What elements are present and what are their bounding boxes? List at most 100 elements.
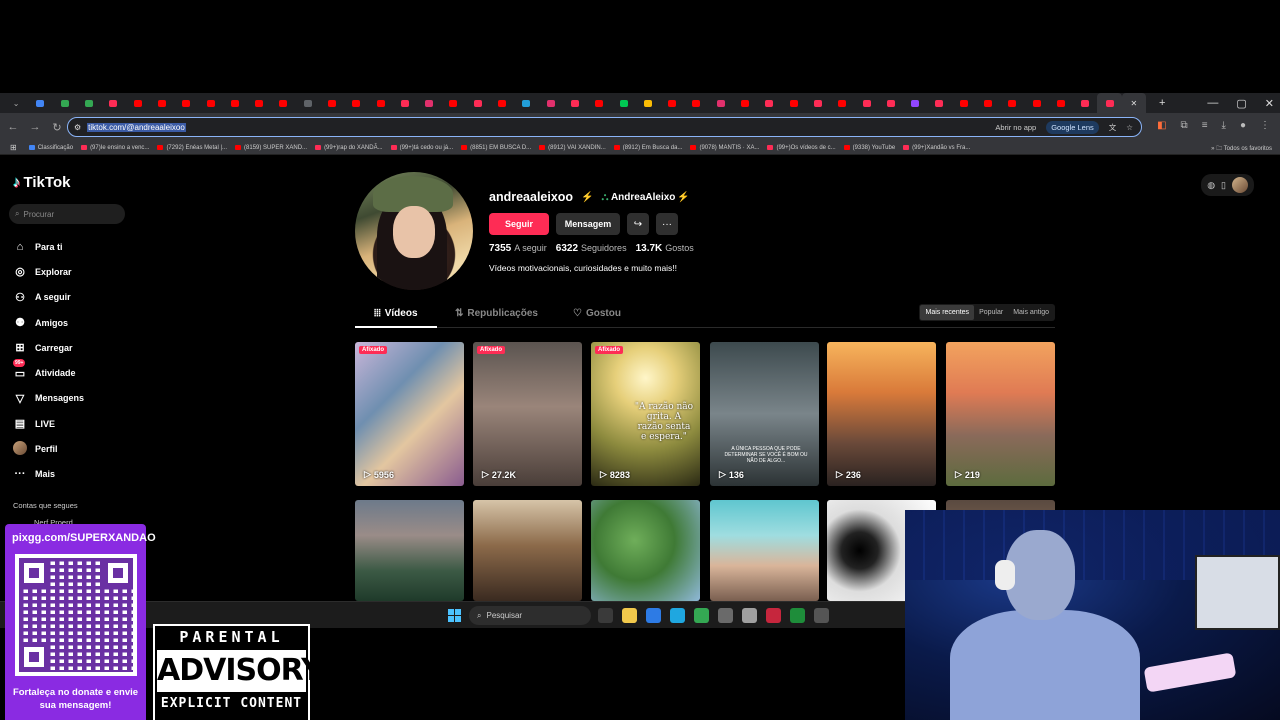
taskbar-app-icon[interactable] — [622, 608, 637, 623]
share-icon[interactable]: ↪ — [627, 213, 649, 235]
profile-icon[interactable]: ● — [1240, 120, 1246, 131]
media-icon[interactable]: ≡ — [1202, 120, 1208, 131]
close-tab-icon[interactable]: ✕ — [1121, 93, 1146, 113]
browser-tab[interactable] — [271, 93, 295, 113]
browser-tab[interactable] — [611, 93, 635, 113]
sidebar-item-explorar[interactable]: ◎ Explorar — [13, 259, 84, 284]
taskbar-app-icon[interactable] — [694, 608, 709, 623]
search-input[interactable]: ⌕ Procurar — [9, 204, 125, 224]
download-icon[interactable]: ⤓ — [1222, 120, 1226, 131]
browser-tab[interactable] — [417, 93, 441, 113]
taskbar-app-icon[interactable] — [718, 608, 733, 623]
sidebar-item-mais[interactable]: ··· Mais — [13, 462, 84, 487]
browser-tab[interactable] — [563, 93, 587, 113]
tab-videos[interactable]: ⦙⦙⦙ Vídeos — [374, 308, 418, 319]
maximize-icon[interactable]: ▢ — [1236, 97, 1246, 110]
sidebar-item-perfil[interactable]: Perfil — [13, 436, 84, 461]
browser-tab[interactable] — [441, 93, 465, 113]
browser-tab[interactable] — [806, 93, 830, 113]
browser-tab[interactable] — [1000, 93, 1024, 113]
sidebar-item-mensagens[interactable]: ▽ Mensagens — [13, 386, 84, 411]
browser-tab[interactable] — [320, 93, 344, 113]
taskbar-app-icon[interactable] — [790, 608, 805, 623]
tab-reposts[interactable]: ⇅ Republicações — [455, 308, 538, 319]
message-button[interactable]: Mensagem — [556, 213, 620, 235]
bookmark-item[interactable]: (8159) SUPER XAND... — [235, 145, 307, 151]
browser-tab[interactable] — [296, 93, 320, 113]
browser-tab[interactable] — [952, 93, 976, 113]
browser-tab[interactable] — [490, 93, 514, 113]
browser-tab[interactable] — [174, 93, 198, 113]
browser-tab[interactable] — [587, 93, 611, 113]
sidebar-item-para-ti[interactable]: ⌂ Para ti — [13, 234, 84, 259]
browser-tab[interactable] — [368, 93, 392, 113]
stat-following[interactable]: 7355 A seguir — [489, 243, 547, 254]
bookmark-item[interactable]: (99+)tá cedo ou já... — [390, 145, 453, 151]
browser-tab[interactable] — [1049, 93, 1073, 113]
video-thumbnail[interactable]: Afixado "A razão não grita. A razão senta… — [591, 342, 700, 486]
sidebar-item-a-seguir[interactable]: ⚇ A seguir — [13, 285, 84, 310]
new-tab-icon[interactable]: + — [1159, 97, 1165, 109]
bookmark-item[interactable]: (99+)Xandão vs Fra... — [903, 145, 970, 151]
browser-tab[interactable] — [976, 93, 1000, 113]
browser-tab[interactable] — [636, 93, 660, 113]
bookmark-item[interactable]: (8912) VAI XANDIN... — [539, 145, 606, 151]
video-thumbnail[interactable]: A ÚNICA PESSOA QUE PODE DETERMINAR SE VO… — [710, 342, 819, 486]
stat-followers[interactable]: 6322 Seguidores — [556, 243, 627, 254]
browser-tab[interactable] — [757, 93, 781, 113]
browser-tab[interactable] — [344, 93, 368, 113]
video-thumbnail[interactable] — [591, 500, 700, 601]
forward-icon[interactable]: → — [24, 121, 46, 133]
browser-tab[interactable] — [903, 93, 927, 113]
browser-tab[interactable] — [1073, 93, 1097, 113]
taskbar-app-icon[interactable] — [646, 608, 661, 623]
browser-tab[interactable] — [77, 93, 101, 113]
browser-tab[interactable] — [247, 93, 271, 113]
tab-list-icon[interactable]: ⌄ — [4, 93, 28, 113]
extension-icon[interactable]: ◧ — [1157, 120, 1166, 131]
tab-liked[interactable]: ♡ Gostou — [573, 308, 621, 319]
browser-tab[interactable] — [854, 93, 878, 113]
browser-tab[interactable] — [539, 93, 563, 113]
taskbar-app-icon[interactable] — [598, 608, 613, 623]
browser-tab[interactable] — [125, 93, 149, 113]
browser-tab[interactable] — [223, 93, 247, 113]
reload-icon[interactable]: ↻ — [46, 121, 68, 134]
sidebar-item-live[interactable]: ▤ LIVE — [13, 411, 84, 436]
browser-tab[interactable] — [393, 93, 417, 113]
minimize-icon[interactable]: — — [1207, 97, 1218, 109]
browser-tab[interactable] — [709, 93, 733, 113]
browser-tab[interactable] — [466, 93, 490, 113]
browser-tab[interactable] — [733, 93, 757, 113]
browser-tab[interactable] — [28, 93, 52, 113]
video-thumbnail[interactable] — [710, 500, 819, 601]
sort-latest[interactable]: Mais recentes — [920, 305, 975, 320]
bookmark-item[interactable]: (99+)Os vídeos de c... — [767, 145, 836, 151]
bookmark-item[interactable]: (99+)rap do XANDÃ... — [315, 145, 383, 151]
translate-icon[interactable]: 文 — [1109, 122, 1117, 133]
windows-start-icon[interactable] — [448, 609, 461, 622]
browser-tab[interactable] — [660, 93, 684, 113]
taskbar-app-icon[interactable] — [742, 608, 757, 623]
close-window-icon[interactable]: ✕ — [1265, 97, 1274, 110]
bookmark-item[interactable]: (97)Ie ensino a venc... — [81, 145, 149, 151]
browser-tab[interactable] — [684, 93, 708, 113]
bookmark-item[interactable]: Classificação — [28, 145, 73, 151]
menu-icon[interactable]: ⋮ — [1260, 120, 1270, 131]
browser-tab[interactable] — [198, 93, 222, 113]
video-thumbnail[interactable]: ▷ 219 — [946, 342, 1055, 486]
browser-tab[interactable] — [879, 93, 903, 113]
browser-tab[interactable] — [101, 93, 125, 113]
browser-tab[interactable] — [927, 93, 951, 113]
video-thumbnail[interactable]: Afixado ▷ 27.2K — [473, 342, 582, 486]
sort-oldest[interactable]: Mais antigo — [1008, 305, 1054, 320]
follow-button[interactable]: Seguir — [489, 213, 549, 235]
video-thumbnail[interactable] — [355, 500, 464, 601]
apps-icon[interactable]: ⊞ — [10, 143, 17, 152]
sort-popular[interactable]: Popular — [974, 305, 1008, 320]
sidebar-item-amigos[interactable]: ⚉ Amigos — [13, 310, 84, 335]
browser-tab[interactable] — [1097, 93, 1122, 113]
browser-tab[interactable] — [830, 93, 854, 113]
browser-tab[interactable] — [782, 93, 806, 113]
bookmark-item[interactable]: (9078) MANTIS · XA... — [690, 145, 759, 151]
